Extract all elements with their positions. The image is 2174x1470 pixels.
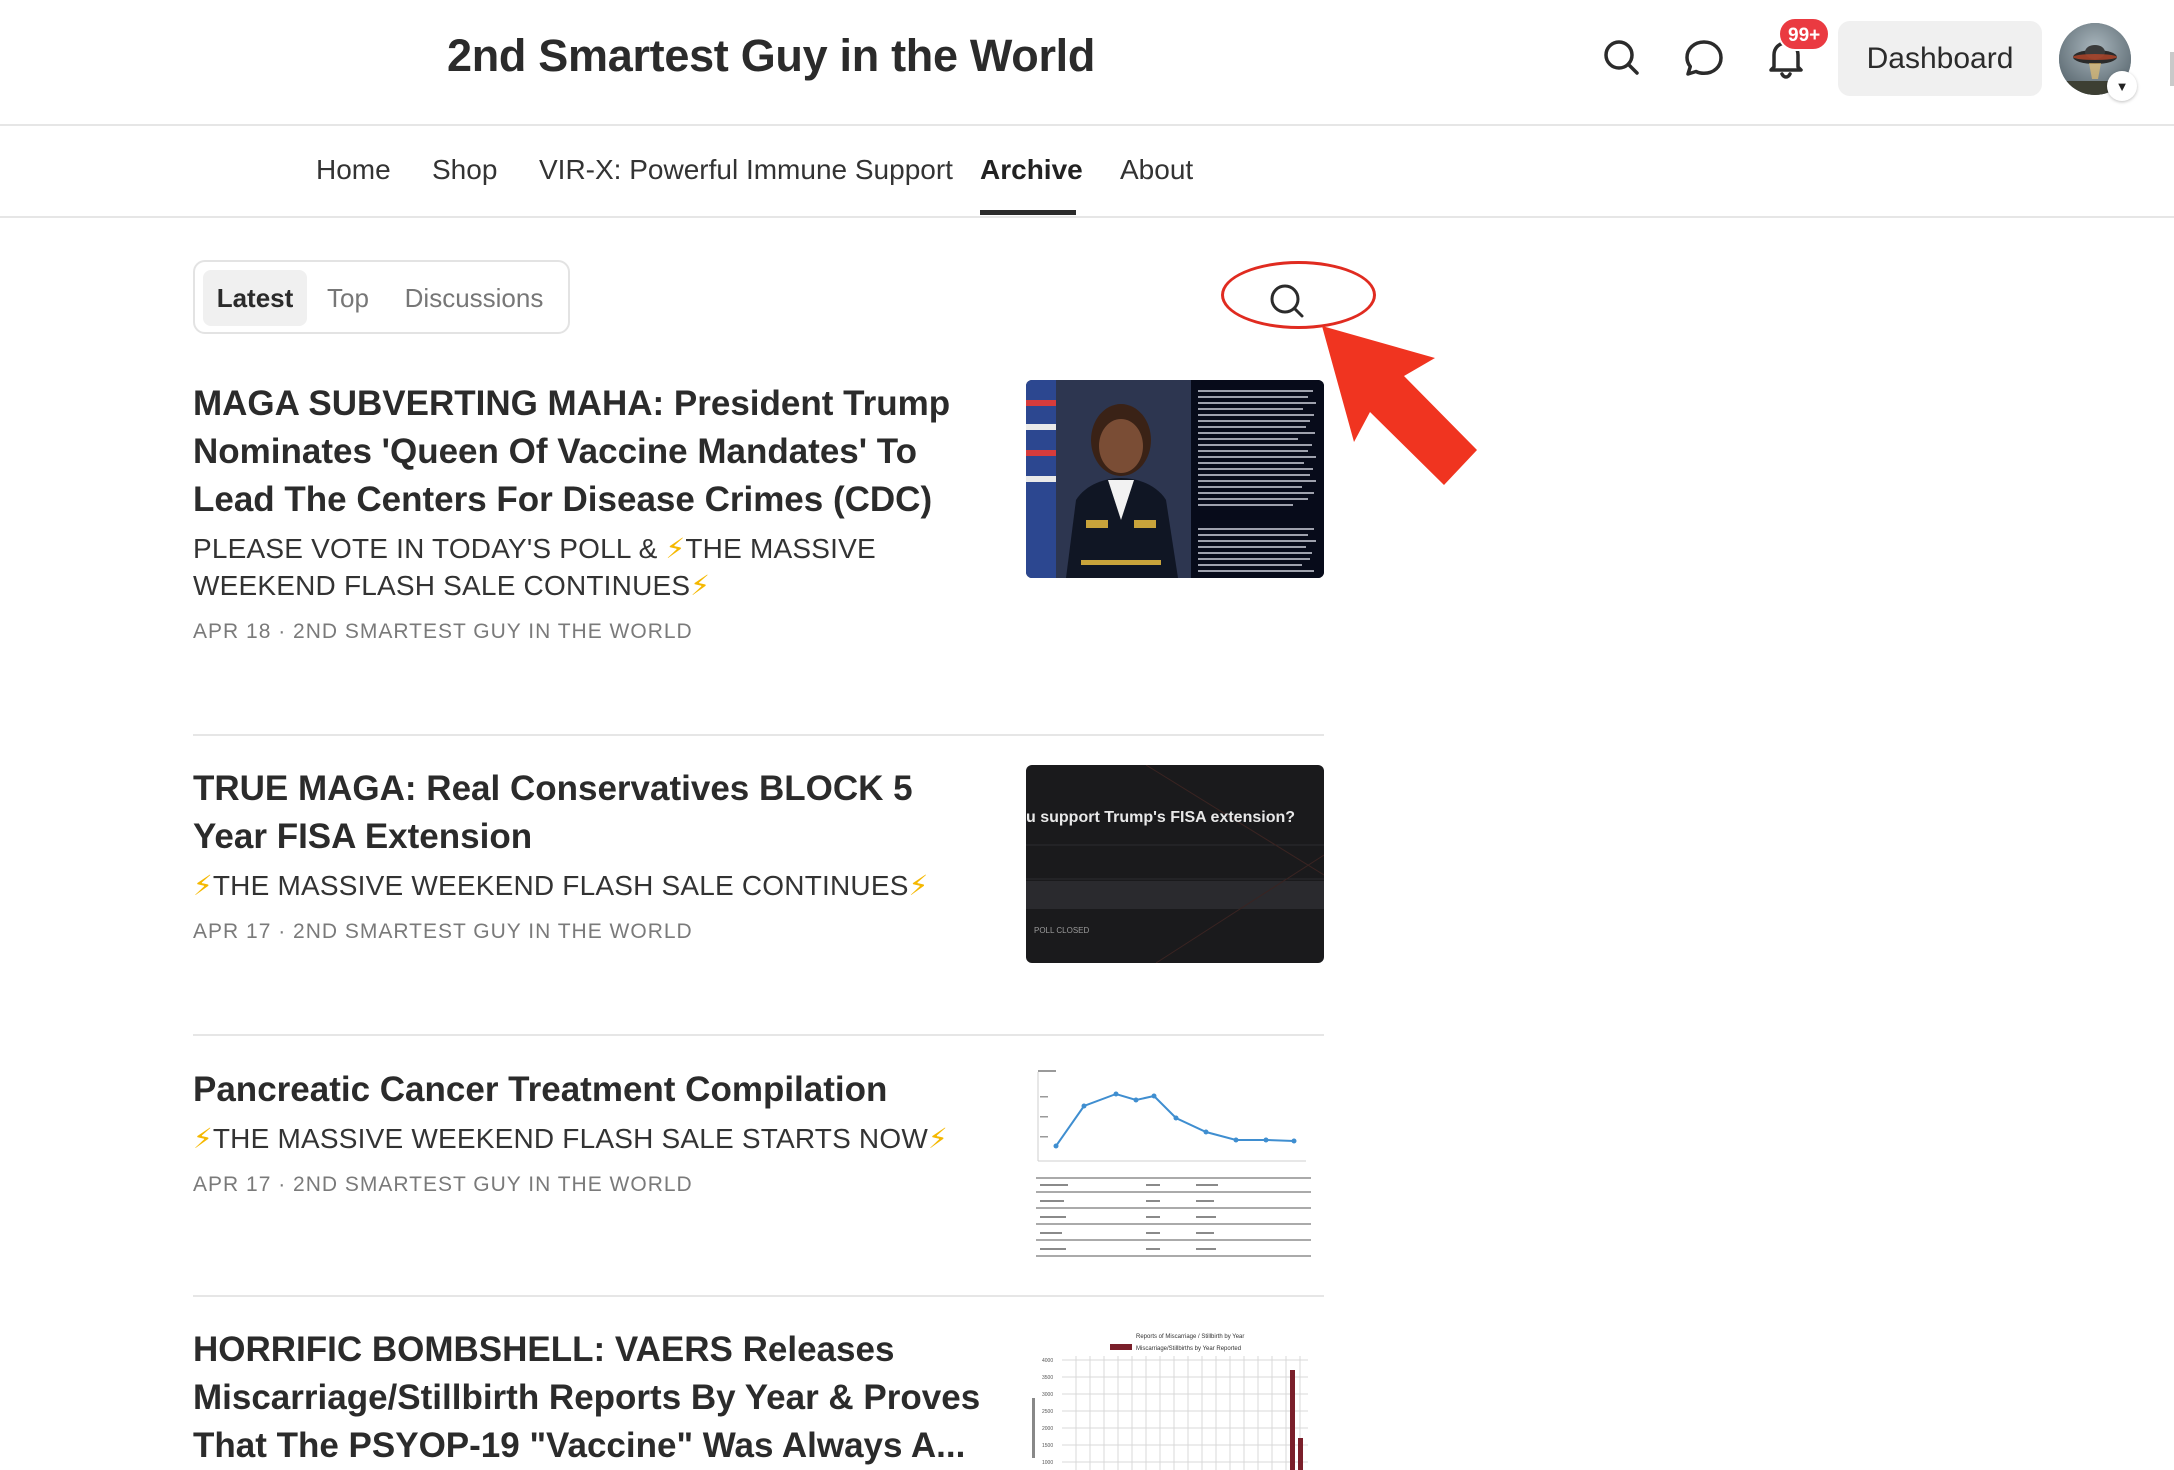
tab-top[interactable]: Top [313, 270, 383, 326]
chart-title: Reports of Miscarriage / Stillbirth by Y… [1136, 1334, 1244, 1340]
main-nav: Home Shop VIR-X: Powerful Immune Support… [0, 126, 2174, 218]
site-title[interactable]: 2nd Smartest Guy in the World [447, 30, 1095, 82]
y-tick-label: 1000 [1042, 1460, 1053, 1466]
sort-filter-tabs: Latest Top Discussions [193, 260, 570, 334]
chart-legend: Miscarriage/Stillbirths by Year Reported [1136, 1346, 1241, 1352]
divider [193, 1295, 1324, 1297]
post-author[interactable]: 2ND SMARTEST GUY IN THE WORLD [293, 1173, 693, 1196]
post-author[interactable]: 2ND SMARTEST GUY IN THE WORLD [293, 920, 693, 943]
dashboard-button[interactable]: Dashboard [1838, 21, 2042, 96]
tab-latest[interactable]: Latest [203, 270, 307, 326]
post-subtitle-text: THE MASSIVE WEEKEND FLASH SALE CONTINUES [212, 870, 909, 901]
post-date: APR 18 [193, 620, 272, 643]
y-tick-label: 4000 [1042, 1358, 1053, 1364]
y-tick-label: 1500 [1042, 1443, 1053, 1449]
y-tick-label: 3500 [1042, 1375, 1053, 1381]
post-thumbnail[interactable] [1026, 1066, 1324, 1266]
chat-icon[interactable] [1679, 33, 1729, 83]
post-subtitle: PLEASE VOTE IN TODAY'S POLL & ⚡THE MASSI… [193, 530, 993, 604]
divider [193, 734, 1324, 736]
notification-badge: 99+ [1778, 17, 1831, 51]
scrollbar[interactable] [2170, 52, 2174, 86]
nav-item-home[interactable]: Home [316, 154, 391, 186]
lightning-icon: ⚡ [193, 870, 213, 901]
post-title[interactable]: MAGA SUBVERTING MAHA: President Trump No… [193, 380, 993, 524]
post-meta: APR 18 · 2ND SMARTEST GUY IN THE WORLD [193, 620, 693, 643]
post-author[interactable]: 2ND SMARTEST GUY IN THE WORLD [293, 620, 693, 643]
post-thumbnail[interactable]: u support Trump's FISA extension? POLL C… [1026, 765, 1324, 963]
post-subtitle-text: THE MASSIVE WEEKEND FLASH SALE STARTS NO… [212, 1123, 928, 1154]
divider [193, 1034, 1324, 1036]
nav-item-vir-x[interactable]: VIR-X: Powerful Immune Support [539, 154, 953, 186]
lightning-icon: ⚡ [193, 1123, 213, 1154]
top-header: 2nd Smartest Guy in the World 99+ Dashbo… [0, 0, 2174, 126]
post-thumbnail[interactable] [1026, 380, 1324, 578]
post-date: APR 17 [193, 920, 272, 943]
search-icon[interactable] [1597, 33, 1647, 83]
lightning-icon: ⚡ [908, 870, 929, 901]
post-title[interactable]: TRUE MAGA: Real Conservatives BLOCK 5 Ye… [193, 765, 993, 861]
nav-item-about[interactable]: About [1120, 154, 1193, 186]
active-tab-indicator [980, 210, 1076, 215]
post-subtitle-text: PLEASE VOTE IN TODAY'S POLL & [193, 533, 666, 564]
y-tick-label: 2500 [1042, 1409, 1053, 1415]
post-title[interactable]: HORRIFIC BOMBSHELL: VAERS Releases Misca… [193, 1326, 993, 1470]
y-tick-label: 2000 [1042, 1426, 1053, 1432]
y-tick-label: 3000 [1042, 1392, 1053, 1398]
nav-item-archive[interactable]: Archive [980, 154, 1083, 186]
lightning-icon: ⚡ [927, 1123, 948, 1154]
post-date: APR 17 [193, 1173, 272, 1196]
post-subtitle: ⚡THE MASSIVE WEEKEND FLASH SALE CONTINUE… [193, 867, 993, 904]
poll-status: POLL CLOSED [1034, 926, 1090, 935]
post-title[interactable]: Pancreatic Cancer Treatment Compilation [193, 1066, 993, 1114]
chevron-down-icon[interactable]: ▼ [2107, 71, 2137, 101]
post-thumbnail[interactable]: Reports of Miscarriage / Stillbirth by Y… [1026, 1328, 1324, 1470]
post-subtitle: ⚡THE MASSIVE WEEKEND FLASH SALE STARTS N… [193, 1120, 993, 1157]
poll-question: u support Trump's FISA extension? [1026, 809, 1295, 826]
annotation-arrow [1322, 326, 1477, 485]
tab-discussions[interactable]: Discussions [389, 270, 559, 326]
lightning-icon: ⚡ [665, 533, 686, 564]
nav-item-shop[interactable]: Shop [432, 154, 497, 186]
lightning-icon: ⚡ [690, 570, 711, 601]
